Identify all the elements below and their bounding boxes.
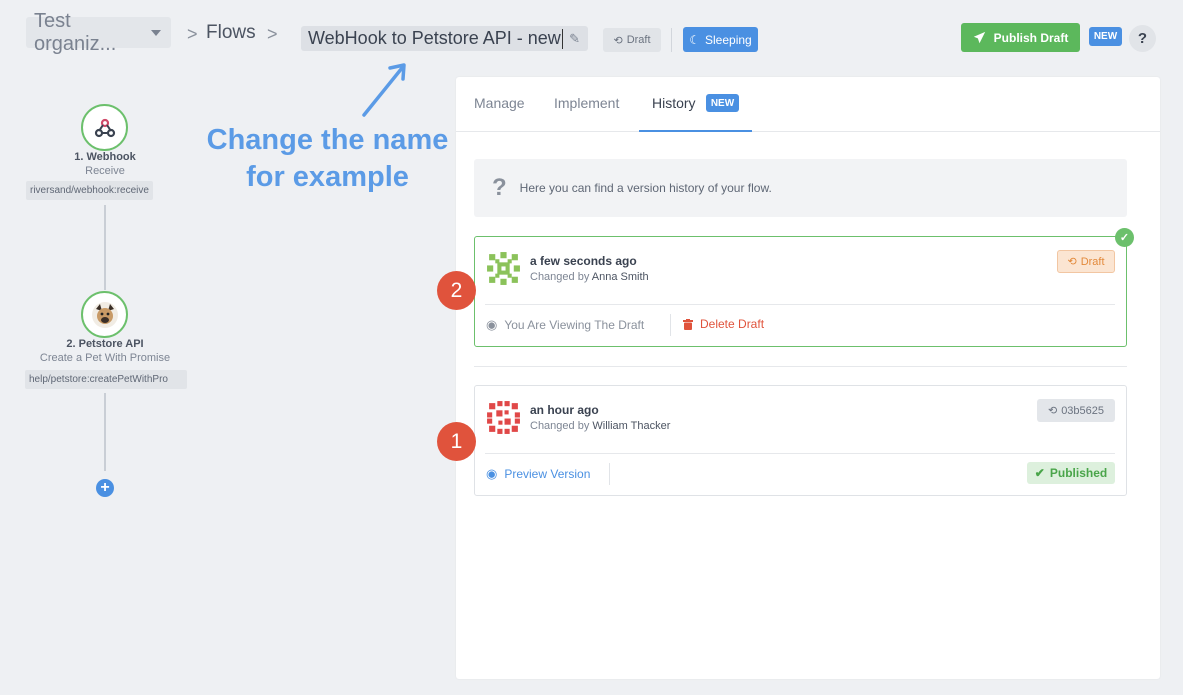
avatar [485,250,522,287]
version-card-draft[interactable]: a few seconds ago Changed by Anna Smith … [474,228,1134,347]
version-time: a few seconds ago [530,254,637,268]
history-new-badge: NEW [706,94,739,112]
version-card-published[interactable]: an hour ago Changed by William Thacker ⟲… [474,385,1127,496]
marker-2: 2 [437,271,476,310]
changed-by-label: Changed by [530,271,590,283]
pencil-icon[interactable]: ✎ [569,31,580,47]
history-icon: ⟲ [1067,256,1077,268]
published-badge: ✔ Published [1027,462,1115,484]
step-1-subtitle: Receive [85,165,125,177]
draft-badge-label: Draft [1080,255,1105,268]
add-step-button[interactable]: + [96,479,114,497]
breadcrumb-separator: > [187,24,198,44]
check-icon: ✔ [1034,466,1045,480]
preview-version-button[interactable]: ◉ Preview Version [486,466,590,482]
viewing-draft-label: ◉ You Are Viewing The Draft [486,317,644,333]
version-hash-badge: ⟲ 03b5625 [1037,399,1115,422]
eye-icon: ◉ [486,317,498,332]
flow-connector [104,205,106,290]
sleeping-status-button[interactable]: ☾ Sleeping [683,27,758,52]
step-1-title: 1. Webhook [74,151,136,163]
step-2-node[interactable] [81,291,128,338]
publish-draft-button[interactable]: Publish Draft [961,23,1080,52]
published-label: Published [1049,466,1108,480]
author-name: William Thacker [592,420,671,432]
step-2-subtitle: Create a Pet With Promise [39,352,171,364]
history-icon: ⟲ [1047,405,1058,417]
sleeping-label: Sleeping [705,32,752,47]
divider [485,304,1115,305]
version-author: Changed by Anna Smith [530,271,649,283]
annotation-line-1: Change the name [206,124,449,156]
top-bar: Test organiz... > Flows > WebHook to Pet… [0,0,1183,70]
organization-name: Test organiz... [34,9,117,55]
delete-draft-button[interactable]: Delete Draft [683,317,764,331]
annotation-text: Change the name for example [195,122,460,196]
history-panel: Manage Implement History NEW ? Here you … [456,77,1160,679]
tab-manage[interactable]: Manage [474,95,525,111]
help-button[interactable]: ? [1129,25,1156,52]
marker-1: 1 [437,422,476,461]
divider [671,28,672,52]
draft-badge: ⟲ Draft [1057,250,1115,273]
publish-label: Publish Draft [993,30,1069,45]
eye-icon: ◉ [486,466,498,481]
divider [474,366,1127,367]
divider [485,453,1115,454]
paper-plane-icon [973,31,985,44]
caret-down-icon [151,29,161,36]
delete-draft-label: Delete Draft [700,317,765,331]
info-box: ? Here you can find a version history of… [474,159,1127,217]
step-1-node[interactable] [81,104,128,151]
flow-name-text: WebHook to Petstore API - new [308,28,561,48]
flow-name-field[interactable]: WebHook to Petstore API - new ✎ [301,26,588,51]
webhook-icon [94,118,115,137]
draft-status-badge[interactable]: ⟲ Draft [603,28,661,52]
check-icon: ✓ [1115,228,1134,247]
version-author: Changed by William Thacker [530,420,670,432]
annotation-arrow-icon [362,63,406,117]
viewing-draft-text: You Are Viewing The Draft [504,318,645,332]
panel-tabs: Manage Implement History NEW [456,77,1160,132]
info-text: Here you can find a version history of y… [519,181,772,195]
version-hash: 03b5625 [1061,404,1105,417]
tab-history[interactable]: History [652,95,696,111]
breadcrumb-flows[interactable]: Flows [206,22,256,44]
trash-icon [683,318,693,330]
question-icon: ? [492,174,507,201]
divider [609,463,610,485]
history-icon: ⟲ [613,34,623,47]
divider [670,314,671,336]
avatar [485,399,522,436]
flow-connector [104,393,106,471]
annotation-line-2: for example [246,161,409,193]
breadcrumb-separator: > [267,24,278,44]
active-tab-indicator [639,130,752,132]
author-name: Anna Smith [591,271,649,283]
text-cursor [561,28,563,49]
draft-badge-label: Draft [626,34,651,46]
dog-icon [91,301,118,328]
new-badge: NEW [1089,27,1122,46]
step-2-path: help/petstore:createPetWithPro [25,370,187,389]
step-1-path: riversand/webhook:receive [26,181,153,200]
preview-version-label: Preview Version [504,467,591,481]
organization-select[interactable]: Test organiz... [26,10,171,55]
tab-implement[interactable]: Implement [554,95,619,111]
version-time: an hour ago [530,403,599,417]
changed-by-label: Changed by [530,420,590,432]
moon-icon: ☾ [689,32,701,47]
step-2-title: 2. Petstore API [66,338,144,350]
